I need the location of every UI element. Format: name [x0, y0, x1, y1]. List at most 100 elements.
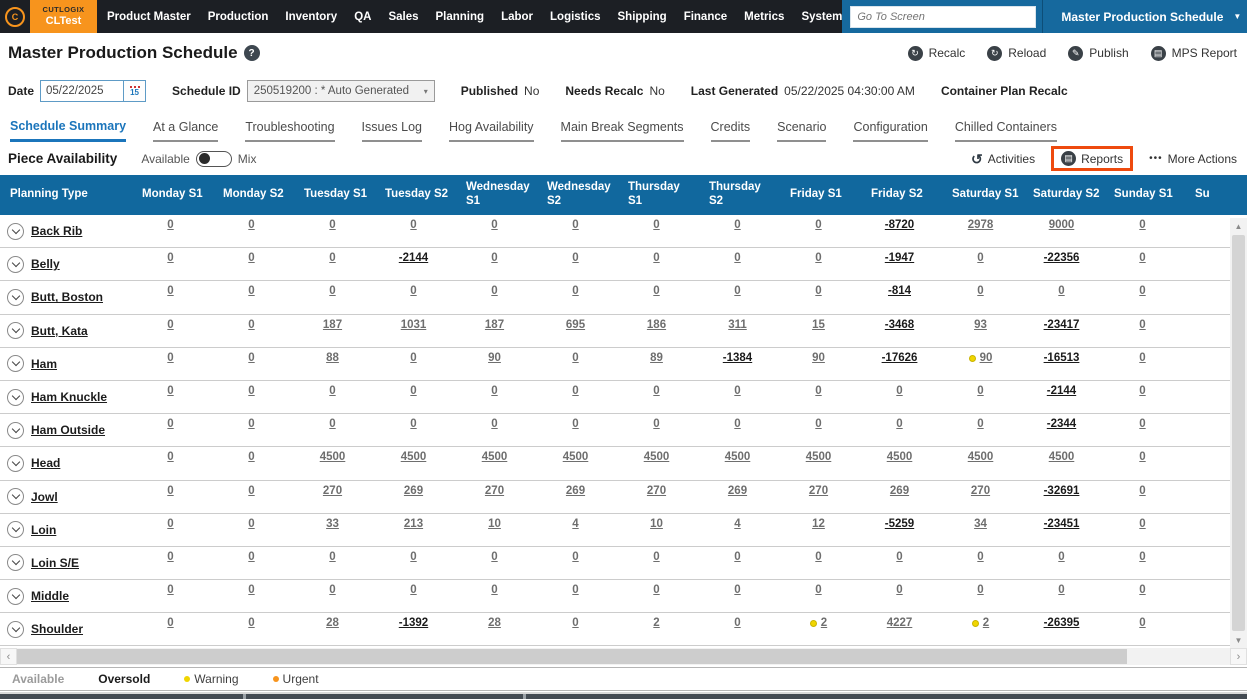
mps-report-button[interactable]: ▤MPS Report — [1151, 46, 1237, 61]
tab-scenario[interactable]: Scenario — [777, 120, 826, 142]
tab-chilled-containers[interactable]: Chilled Containers — [955, 120, 1057, 142]
availability-value-link[interactable]: 4500 — [725, 451, 751, 463]
availability-value-link[interactable]: 186 — [647, 319, 666, 331]
availability-value-link[interactable]: 0 — [410, 551, 416, 563]
availability-value-link[interactable]: 0 — [815, 285, 821, 297]
availability-value-link[interactable]: 695 — [566, 319, 585, 331]
scroll-track[interactable] — [1127, 648, 1230, 665]
menu-item-system[interactable]: System — [801, 11, 842, 23]
availability-value-link[interactable]: -3468 — [885, 319, 914, 331]
horizontal-scroll-thumb[interactable] — [17, 649, 1127, 664]
availability-value-link[interactable]: 4227 — [887, 617, 913, 629]
availability-value-link[interactable]: 0 — [329, 285, 335, 297]
availability-value-link[interactable]: -814 — [888, 285, 911, 297]
availability-value-link[interactable]: 0 — [167, 451, 173, 463]
expand-row-button[interactable] — [7, 621, 24, 638]
availability-value-link[interactable]: 0 — [653, 551, 659, 563]
availability-value-link[interactable]: 270 — [809, 485, 828, 497]
availability-value-link[interactable]: 0 — [491, 418, 497, 430]
schedule-id-select[interactable]: 250519200 : * Auto Generated ▾ — [247, 80, 435, 102]
availability-value-link[interactable]: -22356 — [1044, 252, 1080, 264]
scroll-up-icon[interactable]: ▲ — [1230, 218, 1247, 234]
planning-type-link[interactable]: Loin S/E — [31, 556, 79, 570]
availability-value-link[interactable]: 0 — [734, 418, 740, 430]
availability-value-link[interactable]: 0 — [815, 252, 821, 264]
tab-at-a-glance[interactable]: At a Glance — [153, 120, 218, 142]
scroll-down-icon[interactable]: ▼ — [1230, 632, 1247, 648]
availability-value-link[interactable]: 93 — [974, 319, 987, 331]
tab-hog-availability[interactable]: Hog Availability — [449, 120, 534, 142]
availability-value-link[interactable]: -2344 — [1047, 418, 1076, 430]
availability-value-link[interactable]: 0 — [1058, 551, 1064, 563]
availability-value-link[interactable]: 4 — [572, 518, 578, 530]
availability-value-link[interactable]: 0 — [167, 285, 173, 297]
availability-value-link[interactable]: 0 — [572, 418, 578, 430]
expand-row-button[interactable] — [7, 455, 24, 472]
availability-value-link[interactable]: 0 — [248, 219, 254, 231]
availability-value-link[interactable]: 0 — [977, 418, 983, 430]
planning-type-link[interactable]: Shoulder — [31, 622, 83, 636]
reports-button[interactable]: ▤ Reports — [1051, 146, 1133, 171]
availability-value-link[interactable]: 0 — [167, 617, 173, 629]
menu-item-product-master[interactable]: Product Master — [107, 11, 191, 23]
menu-item-production[interactable]: Production — [208, 11, 269, 23]
availability-value-link[interactable]: 0 — [329, 418, 335, 430]
expand-row-button[interactable] — [7, 521, 24, 538]
available-mix-toggle[interactable] — [196, 151, 232, 167]
availability-value-link[interactable]: 0 — [1139, 451, 1145, 463]
activities-button[interactable]: ↺ Activities — [971, 152, 1035, 166]
tab-credits[interactable]: Credits — [711, 120, 751, 142]
recalc-button[interactable]: ↻Recalc — [908, 46, 966, 61]
menu-item-planning[interactable]: Planning — [436, 11, 485, 23]
availability-value-link[interactable]: 0 — [734, 285, 740, 297]
availability-value-link[interactable]: 0 — [734, 584, 740, 596]
availability-value-link[interactable]: 0 — [248, 551, 254, 563]
availability-value-link[interactable]: 0 — [653, 385, 659, 397]
availability-value-link[interactable]: -8720 — [885, 219, 914, 231]
availability-value-link[interactable]: 90 — [980, 352, 993, 364]
availability-value-link[interactable]: 4500 — [806, 451, 832, 463]
availability-value-link[interactable]: 0 — [410, 418, 416, 430]
availability-value-link[interactable]: 0 — [572, 584, 578, 596]
availability-value-link[interactable]: 0 — [167, 385, 173, 397]
planning-type-link[interactable]: Butt, Kata — [31, 324, 88, 338]
menu-item-finance[interactable]: Finance — [684, 11, 727, 23]
availability-value-link[interactable]: 0 — [896, 418, 902, 430]
tab-schedule-summary[interactable]: Schedule Summary — [10, 119, 126, 142]
menu-item-qa[interactable]: QA — [354, 11, 371, 23]
planning-type-link[interactable]: Middle — [31, 589, 69, 603]
goto-screen-input[interactable] — [850, 6, 1036, 28]
horizontal-scrollbar[interactable]: ‹ › — [0, 648, 1247, 665]
availability-value-link[interactable]: 2 — [821, 617, 827, 629]
availability-value-link[interactable]: 0 — [329, 219, 335, 231]
availability-value-link[interactable]: 213 — [404, 518, 423, 530]
availability-value-link[interactable]: -5259 — [885, 518, 914, 530]
availability-value-link[interactable]: 1031 — [401, 319, 427, 331]
availability-value-link[interactable]: 0 — [329, 551, 335, 563]
availability-value-link[interactable]: 12 — [812, 518, 825, 530]
availability-value-link[interactable]: 0 — [815, 551, 821, 563]
availability-value-link[interactable]: 0 — [1139, 219, 1145, 231]
availability-value-link[interactable]: 88 — [326, 352, 339, 364]
availability-value-link[interactable]: 90 — [812, 352, 825, 364]
availability-value-link[interactable]: 0 — [977, 385, 983, 397]
menu-item-inventory[interactable]: Inventory — [285, 11, 337, 23]
availability-value-link[interactable]: 28 — [326, 617, 339, 629]
scroll-left-icon[interactable]: ‹ — [0, 648, 17, 665]
tab-troubleshooting[interactable]: Troubleshooting — [245, 120, 334, 142]
expand-row-button[interactable] — [7, 223, 24, 240]
screen-selector-dropdown[interactable]: Master Production Schedule ▼ — [1049, 10, 1247, 24]
publish-button[interactable]: ✎Publish — [1068, 46, 1128, 61]
availability-value-link[interactable]: 4500 — [563, 451, 589, 463]
availability-value-link[interactable]: 0 — [491, 252, 497, 264]
availability-value-link[interactable]: 4500 — [968, 451, 994, 463]
planning-type-link[interactable]: Butt, Boston — [31, 290, 103, 304]
availability-value-link[interactable]: 0 — [491, 584, 497, 596]
availability-value-link[interactable]: 0 — [1139, 352, 1145, 364]
planning-type-link[interactable]: Back Rib — [31, 224, 82, 238]
availability-value-link[interactable]: 0 — [410, 584, 416, 596]
tab-configuration[interactable]: Configuration — [853, 120, 927, 142]
availability-value-link[interactable]: 0 — [329, 385, 335, 397]
availability-value-link[interactable]: 0 — [248, 252, 254, 264]
availability-value-link[interactable]: 0 — [896, 385, 902, 397]
